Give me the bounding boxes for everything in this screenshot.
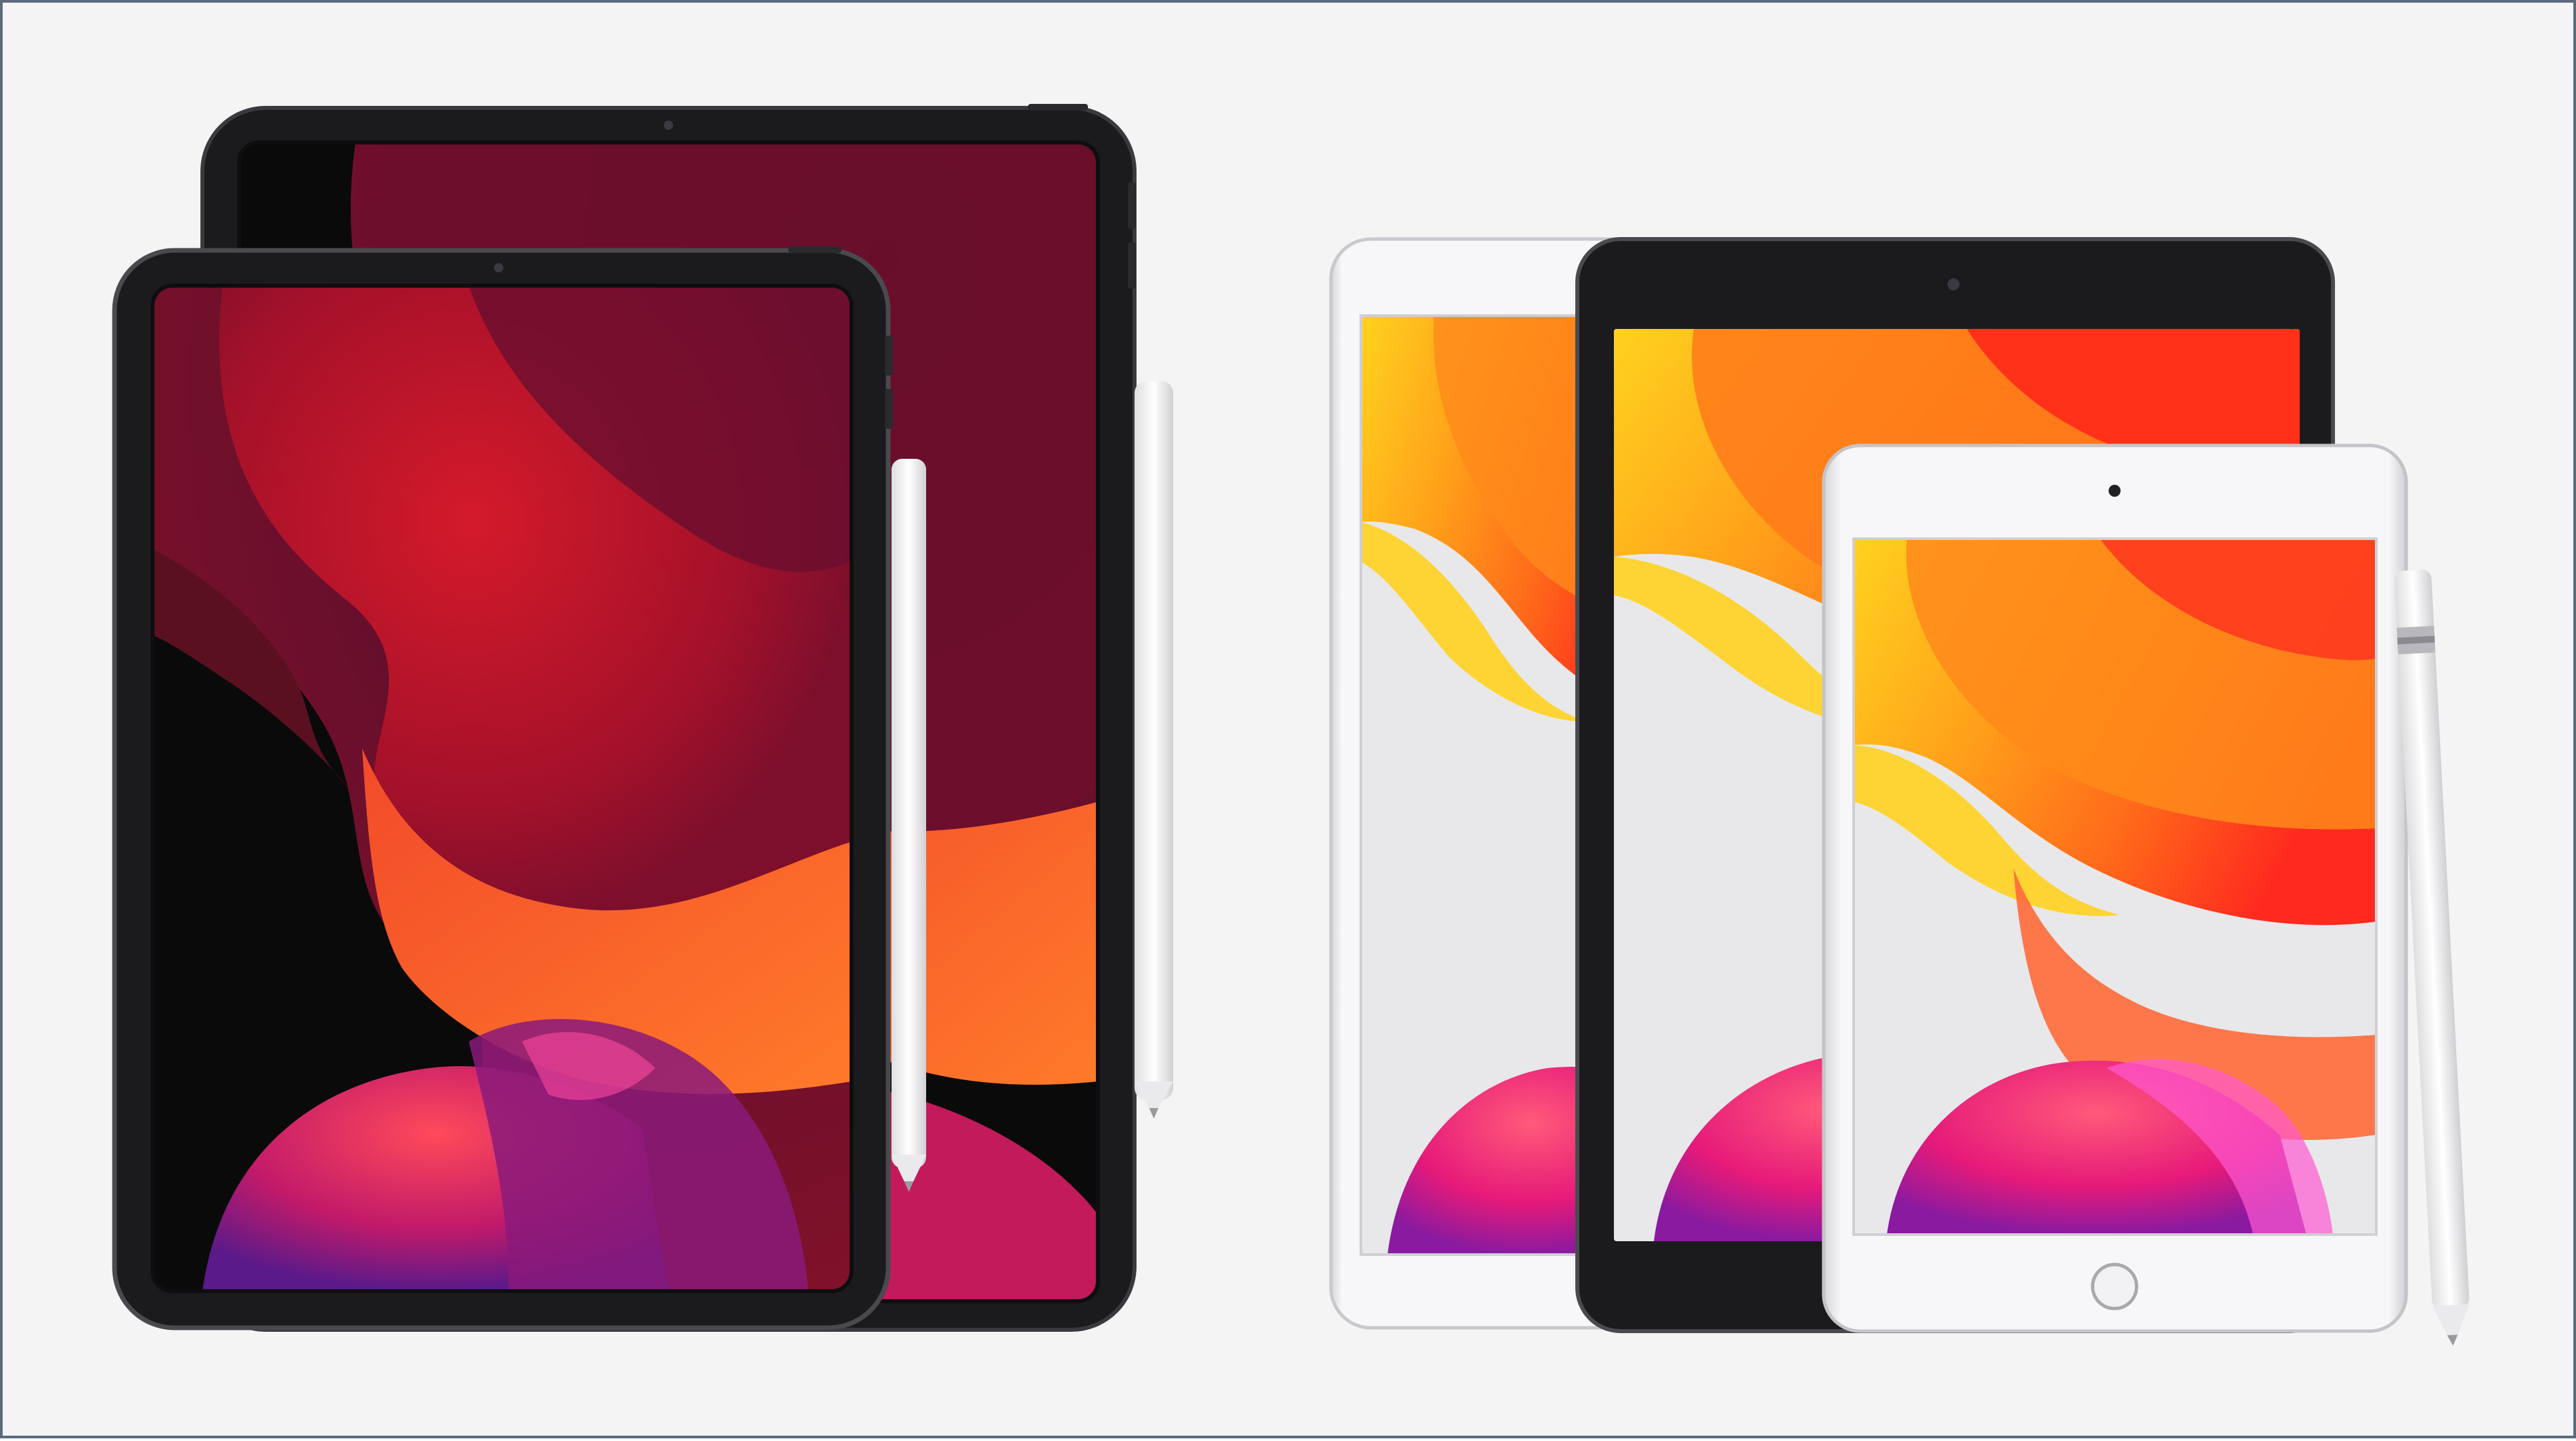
ipad-pro-small	[112, 246, 893, 1330]
ipad-mini-screen	[1854, 539, 2376, 1235]
product-photo	[112, 104, 2470, 1346]
image-frame	[0, 0, 2576, 1438]
ipad-mini	[1822, 443, 2408, 1333]
home-button-icon	[2091, 1263, 2139, 1310]
ipad-pro-small-screen	[152, 286, 852, 1291]
front-camera-icon	[2109, 485, 2121, 497]
apple-pencil-2nd-gen-a	[892, 459, 926, 1192]
apple-pencil-2nd-gen-b	[1135, 381, 1173, 1119]
